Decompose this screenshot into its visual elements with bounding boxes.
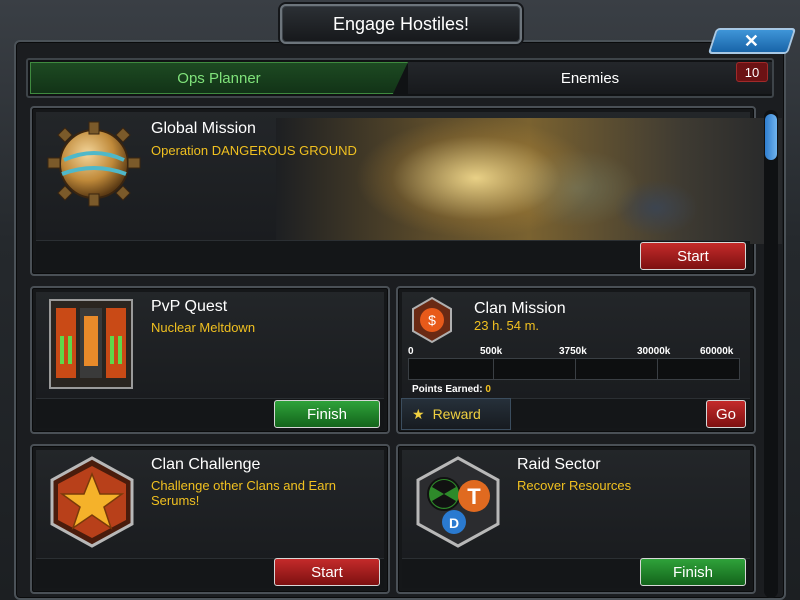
pvp-quest-finish-button[interactable]: Finish bbox=[274, 400, 380, 428]
clan-mission-icon: $ bbox=[412, 296, 452, 344]
global-mission-subtitle: Operation DANGEROUS GROUND bbox=[151, 143, 357, 158]
raid-sector-finish-button[interactable]: Finish bbox=[640, 558, 746, 586]
close-icon[interactable]: ✕ bbox=[744, 31, 759, 52]
global-mission-banner-image bbox=[276, 118, 782, 244]
pvp-quest-subtitle: Nuclear Meltdown bbox=[151, 320, 256, 335]
window-title: Engage Hostiles! bbox=[280, 4, 522, 44]
progress-tick: 0 bbox=[408, 346, 414, 357]
global-mission-start-button[interactable]: Start bbox=[640, 242, 746, 270]
reward-button[interactable]: ★ Reward bbox=[401, 398, 511, 430]
tab-bar: Ops Planner Enemies bbox=[26, 58, 774, 98]
scrollbar-thumb[interactable] bbox=[765, 114, 777, 160]
tab-ops-planner[interactable]: Ops Planner bbox=[30, 62, 408, 94]
reward-label: Reward bbox=[432, 406, 481, 422]
points-earned: Points Earned: 0 bbox=[412, 384, 491, 395]
clan-challenge-subtitle: Challenge other Clans and Earn Serums! bbox=[151, 478, 337, 508]
pvp-quest-icon bbox=[49, 299, 133, 389]
svg-text:T: T bbox=[467, 484, 481, 509]
svg-text:D: D bbox=[449, 515, 459, 531]
scrollbar-track[interactable] bbox=[764, 110, 778, 598]
clan-challenge-title: Clan Challenge bbox=[151, 456, 261, 473]
progress-tick: 500k bbox=[480, 346, 503, 357]
progress-tick: 3750k bbox=[559, 346, 587, 357]
enemies-count-badge: 10 bbox=[736, 62, 768, 82]
tab-enemies[interactable]: Enemies bbox=[408, 62, 772, 94]
close-button[interactable]: ✕ bbox=[707, 28, 797, 54]
points-earned-label: Points Earned: bbox=[412, 384, 483, 395]
clan-mission-title: Clan Mission bbox=[474, 300, 566, 317]
clan-mission-timer: 23 h. 54 m. bbox=[474, 318, 540, 333]
clan-challenge-start-button[interactable]: Start bbox=[274, 558, 380, 586]
star-icon: ★ bbox=[412, 405, 425, 422]
progress-tick: 30000k bbox=[637, 346, 671, 357]
raid-sector-subtitle: Recover Resources bbox=[517, 478, 632, 493]
points-earned-value: 0 bbox=[485, 384, 491, 395]
global-mission-icon bbox=[47, 121, 141, 207]
clan-challenge-icon bbox=[50, 456, 134, 548]
pvp-quest-title: PvP Quest bbox=[151, 298, 228, 315]
global-mission-title: Global Mission bbox=[151, 120, 256, 137]
progress-tick: 60000k bbox=[700, 346, 734, 357]
raid-sector-title: Raid Sector bbox=[517, 456, 601, 473]
clan-mission-go-button[interactable]: Go bbox=[706, 400, 746, 428]
raid-sector-icon: T D bbox=[416, 456, 500, 548]
clan-progress-bar bbox=[408, 358, 740, 380]
svg-text:$: $ bbox=[428, 312, 436, 328]
